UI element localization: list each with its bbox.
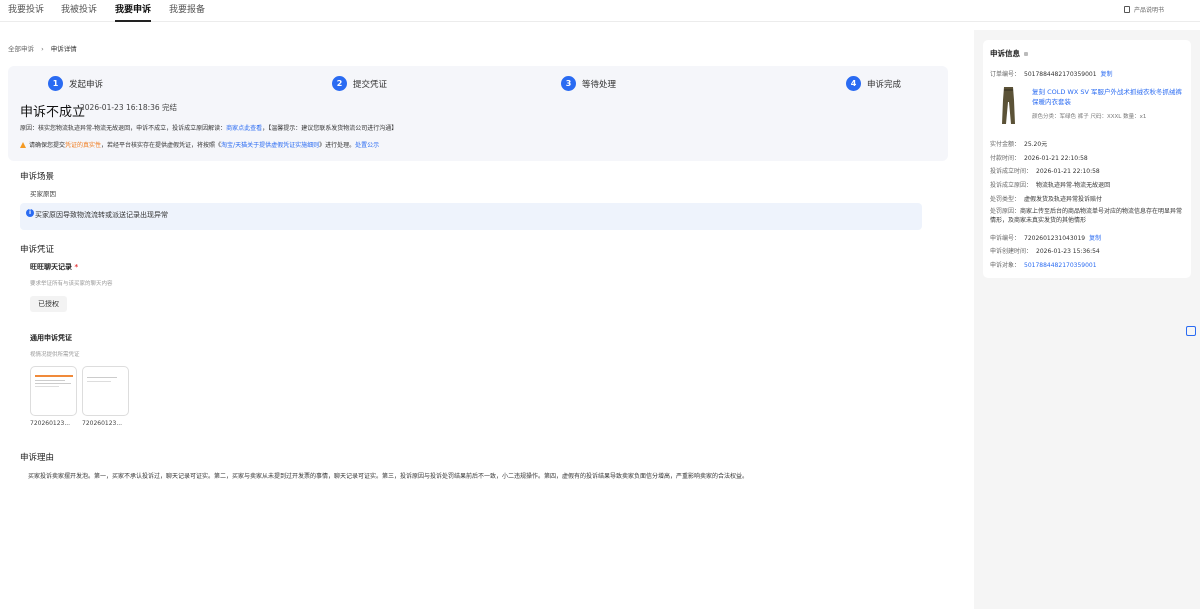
tab-my-appeals[interactable]: 我要申诉 [115,4,152,22]
top-nav: 我要投诉 我被投诉 我要申诉 我要报备 产品说明书 [0,0,1200,22]
step-2: 2 提交凭证 [332,76,387,91]
product-manual-link[interactable]: 产品说明书 [1123,5,1164,14]
step-label: 申诉完成 [867,79,902,90]
step-number: 3 [561,76,576,91]
disposal-notice-link[interactable]: 处置公示 [355,142,379,149]
status-card: 1 发起申诉 2 提交凭证 3 等待处理 4 申诉完成 申诉不成立 2026-0… [8,66,948,161]
document-icon [1123,6,1130,13]
info-icon: i [26,209,34,217]
reason-text: 买家投诉卖家摆开发泡。第一，买家不承认投诉过，聊天记录可证实。第二，买家与卖家从… [28,473,749,480]
reason-title: 申诉理由 [20,453,55,463]
tab-complained[interactable]: 我被投诉 [61,4,97,22]
evidence-file-name: 720260123... [82,420,123,427]
chat-record-label: 旺旺聊天记录 * [30,263,79,271]
appeal-target-row: 申诉对象： 5017884482170359001 [990,262,1097,269]
info-small-icon [1024,51,1028,56]
evidence-file-name: 720260123... [30,420,71,427]
step-1: 1 发起申诉 [48,76,103,91]
evidence-title: 申诉凭证 [20,245,55,255]
info-row: 付款时间： 2026-01-21 22:10:58 [990,155,1088,162]
order-number-row: 订单编号： 5017884482170359001 复制 [990,71,1113,78]
step-4: 4 申诉完成 [846,76,901,91]
status-reason: 原因：核实您物流轨迹异常-物流无故退回，申诉不成立，投诉成立原因解读：商家点此查… [20,125,398,132]
copy-appeal-button[interactable]: 复制 [1089,235,1101,242]
step-label: 等待处理 [582,79,617,90]
status-time: 2026-01-23 16:18:36 完结 [80,103,178,112]
chat-record-hint: 要求举证所有与该买家的聊天内容 [30,281,113,287]
share-icon[interactable] [1186,326,1196,336]
step-number: 2 [332,76,347,91]
step-3: 3 等待处理 [561,76,616,91]
punish-reason-row: 处罚原因：商家上传至后台的商品物流单号对应的物流信息存在明显异常情形，及商家未真… [990,208,1183,224]
product-spec: 颜色分类：军绿色 裤子 尺码：XXXL 数量：x1 [1032,114,1147,120]
evidence-thumbnail[interactable] [82,366,129,416]
step-number: 1 [48,76,63,91]
breadcrumb-root[interactable]: 全部申诉 [8,45,34,53]
appeal-created-row: 申诉创建时间： 2026-01-23 15:36:54 [990,248,1100,255]
authorized-button[interactable]: 已授权 [30,296,67,312]
appeal-target-link[interactable]: 5017884482170359001 [1024,262,1097,269]
warning-notice: 请确保您提交凭证的真实性，若经平台核实存在提供虚假凭证，将按照《淘宝/天猫关于提… [20,140,379,149]
merchant-view-link[interactable]: 商家点此查看 [226,125,262,132]
tab-my-complaints[interactable]: 我要投诉 [8,4,44,22]
status-title: 申诉不成立 [20,105,86,120]
warning-icon [20,141,26,148]
scene-sub: 买家原因 [30,190,56,198]
appeal-info-title: 申诉信息 [990,48,1028,59]
required-mark: * [74,263,79,271]
product-image[interactable] [995,86,1022,126]
step-number: 4 [846,76,861,91]
info-row: 实付金额： 25.20元 [990,141,1048,148]
scene-info-bar: i 买家原因导致物流流转或派送记录出现异常 [20,203,922,230]
evidence-thumbnail[interactable] [30,366,77,416]
appeal-number-row: 申诉编号： 7202601231043019 复制 [990,235,1102,242]
info-row: 处罚类型： 虚假发货及轨迹异常投诉赔付 [990,196,1103,203]
tab-my-reports[interactable]: 我要报备 [169,4,205,22]
breadcrumb-separator: › [41,45,44,53]
breadcrumb-current: 申诉详情 [50,45,77,53]
step-label: 提交凭证 [353,79,388,90]
info-row: 投诉成立时间： 2026-01-21 22:10:58 [990,168,1100,175]
step-label: 发起申诉 [69,79,104,90]
general-evidence-label: 通用申诉凭证 [30,334,72,342]
scene-title: 申诉场景 [20,172,55,182]
product-name-link[interactable]: 复刻 COLD WX SV 军服户外战术抓绒衣秋冬抓绒裤保暖内衣套装 [1032,87,1182,107]
breadcrumb: 全部申诉 › 申诉详情 [8,43,77,53]
general-evidence-hint: 视情况提供所需凭证 [30,352,80,358]
scene-info-text: 买家原因导致物流流转或派送记录出现异常 [35,211,168,219]
info-row: 投诉成立原因： 物流轨迹异常-物流无故退回 [990,182,1111,189]
copy-order-button[interactable]: 复制 [1101,71,1113,78]
fake-evidence-rules-link[interactable]: 淘宝/天猫关于提供虚假凭证实施细则 [221,142,319,149]
